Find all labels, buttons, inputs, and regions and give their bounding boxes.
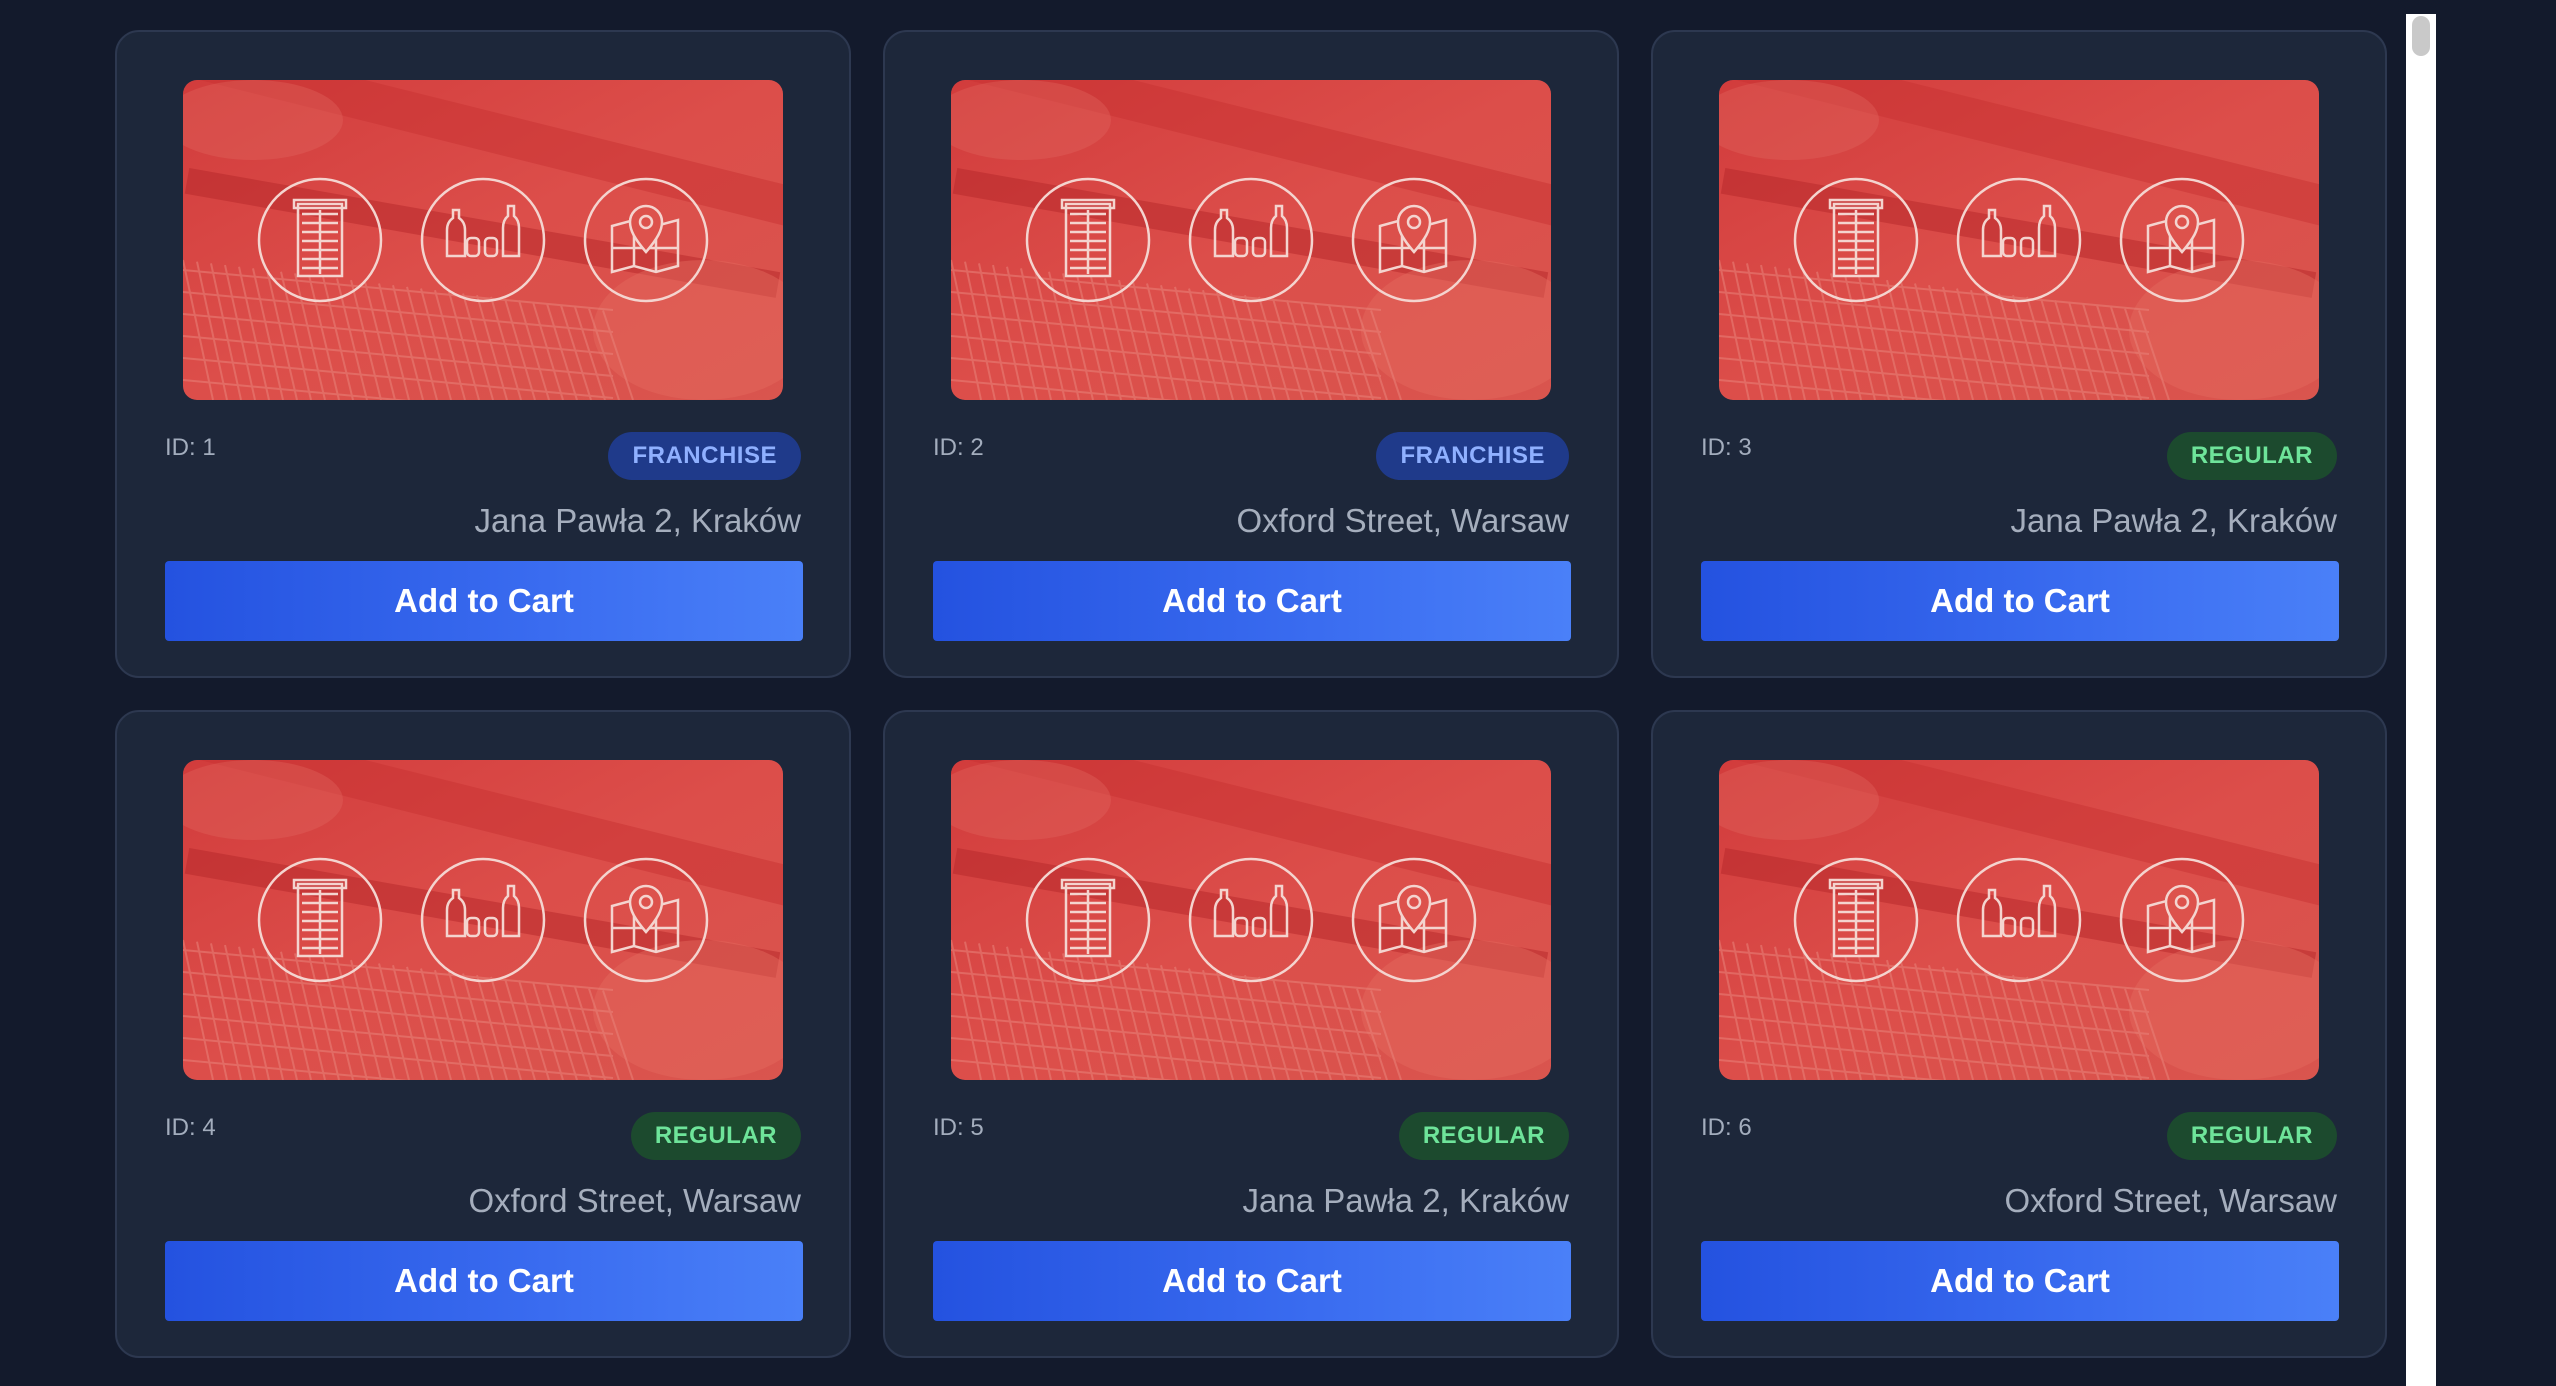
- store-id: ID: 5: [933, 1114, 984, 1141]
- store-card: ID: 4 REGULAR Oxford Street, Warsaw Add …: [115, 710, 851, 1358]
- store-id: ID: 3: [1701, 434, 1752, 461]
- store-type-badge: REGULAR: [1398, 1112, 1569, 1160]
- store-list-viewport: ID: 1 FRANCHISE Jana Pawła 2, Kraków Add…: [0, 0, 2406, 1386]
- store-card: ID: 5 REGULAR Jana Pawła 2, Kraków Add t…: [883, 710, 1619, 1358]
- store-id: ID: 2: [933, 434, 984, 461]
- store-id: ID: 6: [1701, 1114, 1752, 1141]
- store-type-badge: REGULAR: [2166, 1112, 2337, 1160]
- add-to-cart-button[interactable]: Add to Cart: [1701, 1241, 2339, 1321]
- store-type-badge: FRANCHISE: [608, 432, 801, 480]
- store-id: ID: 4: [165, 1114, 216, 1141]
- store-image: [183, 80, 783, 400]
- store-card: ID: 1 FRANCHISE Jana Pawła 2, Kraków Add…: [115, 30, 851, 678]
- store-type-badge: REGULAR: [2166, 432, 2337, 480]
- scrollbar-thumb[interactable]: [2412, 16, 2430, 56]
- store-address: Oxford Street, Warsaw: [2004, 1182, 2337, 1219]
- add-to-cart-button[interactable]: Add to Cart: [933, 561, 1571, 641]
- store-address: Jana Pawła 2, Kraków: [474, 502, 801, 539]
- add-to-cart-button[interactable]: Add to Cart: [1701, 561, 2339, 641]
- store-card: ID: 6 REGULAR Oxford Street, Warsaw Add …: [1651, 710, 2387, 1358]
- store-address: Oxford Street, Warsaw: [468, 1182, 801, 1219]
- store-id: ID: 1: [165, 434, 216, 461]
- store-image: [951, 760, 1551, 1080]
- store-image: [951, 80, 1551, 400]
- store-image: [183, 760, 783, 1080]
- store-address: Oxford Street, Warsaw: [1236, 502, 1569, 539]
- store-image: [1719, 760, 2319, 1080]
- store-grid: ID: 1 FRANCHISE Jana Pawła 2, Kraków Add…: [115, 30, 2387, 1358]
- store-type-badge: REGULAR: [630, 1112, 801, 1160]
- store-address: Jana Pawła 2, Kraków: [1242, 1182, 1569, 1219]
- store-address: Jana Pawła 2, Kraków: [2010, 502, 2337, 539]
- add-to-cart-button[interactable]: Add to Cart: [933, 1241, 1571, 1321]
- add-to-cart-button[interactable]: Add to Cart: [165, 561, 803, 641]
- add-to-cart-button[interactable]: Add to Cart: [165, 1241, 803, 1321]
- store-card: ID: 3 REGULAR Jana Pawła 2, Kraków Add t…: [1651, 30, 2387, 678]
- store-image: [1719, 80, 2319, 400]
- store-type-badge: FRANCHISE: [1376, 432, 1569, 480]
- right-gutter: [2436, 0, 2556, 1386]
- store-card: ID: 2 FRANCHISE Oxford Street, Warsaw Ad…: [883, 30, 1619, 678]
- scrollbar-track[interactable]: [2406, 14, 2436, 1386]
